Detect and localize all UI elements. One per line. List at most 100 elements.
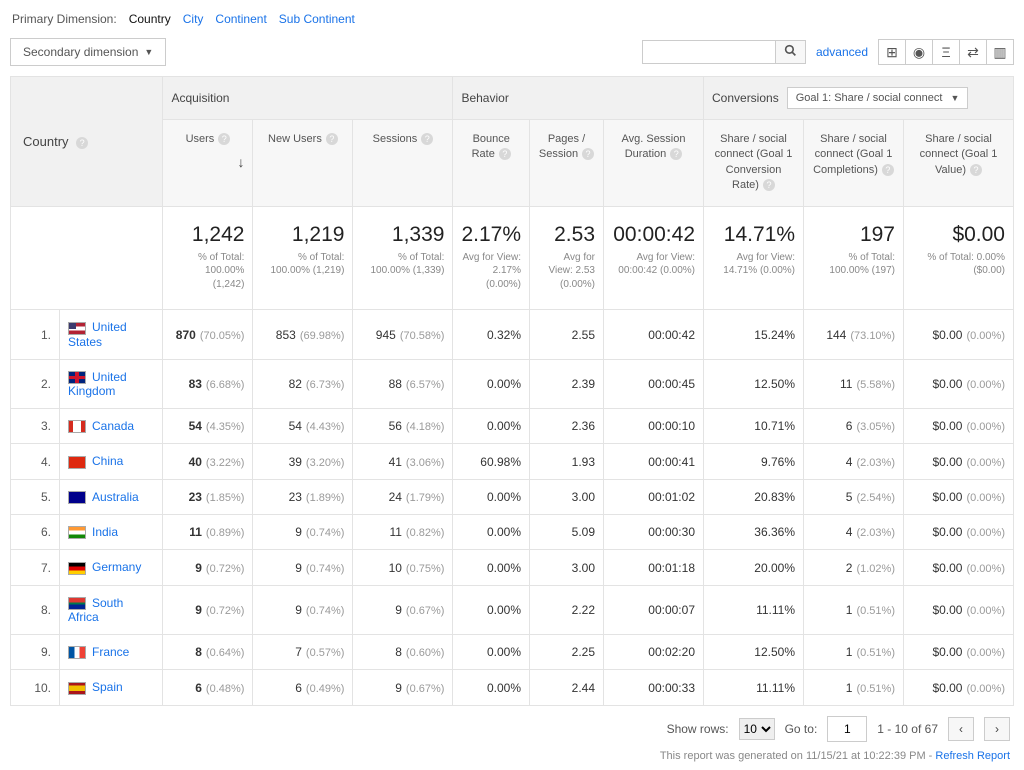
view-performance-icon[interactable]: Ξ bbox=[932, 40, 959, 64]
search-input[interactable] bbox=[643, 41, 775, 63]
new-users-cell: 54(4.43%) bbox=[253, 409, 353, 444]
metric-avg-duration[interactable]: Avg. Session Duration? bbox=[604, 120, 704, 207]
chevron-down-icon: ▼ bbox=[950, 93, 959, 103]
duration-cell: 00:00:30 bbox=[604, 515, 704, 550]
completions-cell: 5(2.54%) bbox=[804, 479, 904, 514]
users-cell: 11(0.89%) bbox=[163, 515, 253, 550]
conv-rate-cell: 12.50% bbox=[704, 359, 804, 408]
country-cell[interactable]: Canada bbox=[60, 409, 163, 444]
flag-icon bbox=[68, 491, 86, 504]
completions-cell: 1(0.51%) bbox=[804, 635, 904, 670]
completions-cell: 11(5.58%) bbox=[804, 359, 904, 408]
row-index: 7. bbox=[11, 550, 60, 585]
conv-rate-cell: 9.76% bbox=[704, 444, 804, 479]
primary-dimension-subcontinent[interactable]: Sub Continent bbox=[279, 12, 355, 26]
help-icon[interactable]: ? bbox=[499, 148, 511, 160]
bounce-cell: 0.00% bbox=[453, 515, 530, 550]
country-header[interactable]: Country ? bbox=[11, 77, 163, 207]
duration-cell: 00:00:33 bbox=[604, 670, 704, 705]
sessions-cell: 88(6.57%) bbox=[353, 359, 453, 408]
prev-page-button[interactable]: ‹ bbox=[948, 717, 974, 741]
metric-users[interactable]: Users?↓ bbox=[163, 120, 253, 207]
metric-sessions[interactable]: Sessions? bbox=[353, 120, 453, 207]
pages-cell: 2.44 bbox=[530, 670, 604, 705]
generated-text: This report was generated on 11/15/21 at… bbox=[660, 750, 936, 762]
pages-cell: 2.55 bbox=[530, 310, 604, 359]
bounce-cell: 0.00% bbox=[453, 550, 530, 585]
total-value: $0.00% of Total: 0.00% ($0.00) bbox=[904, 206, 1014, 310]
country-cell[interactable]: China bbox=[60, 444, 163, 479]
conv-rate-cell: 20.00% bbox=[704, 550, 804, 585]
refresh-report-link[interactable]: Refresh Report bbox=[935, 750, 1010, 762]
sessions-cell: 9(0.67%) bbox=[353, 670, 453, 705]
secondary-dimension-label: Secondary dimension bbox=[23, 45, 138, 59]
view-table-icon[interactable]: ⊞ bbox=[879, 40, 905, 64]
country-cell[interactable]: Spain bbox=[60, 670, 163, 705]
bounce-cell: 0.00% bbox=[453, 585, 530, 634]
help-icon[interactable]: ? bbox=[76, 137, 88, 149]
help-icon[interactable]: ? bbox=[582, 148, 594, 160]
table-row: 3.Canada54(4.35%)54(4.43%)56(4.18%)0.00%… bbox=[11, 409, 1014, 444]
flag-icon bbox=[68, 646, 86, 659]
pages-cell: 1.93 bbox=[530, 444, 604, 479]
help-icon[interactable]: ? bbox=[882, 164, 894, 176]
country-cell[interactable]: Australia bbox=[60, 479, 163, 514]
value-cell: $0.00(0.00%) bbox=[904, 310, 1014, 359]
goal-selector-dropdown[interactable]: Goal 1: Share / social connect ▼ bbox=[787, 87, 969, 109]
country-cell[interactable]: United Kingdom bbox=[60, 359, 163, 408]
view-pie-icon[interactable]: ◉ bbox=[905, 40, 932, 64]
users-cell: 6(0.48%) bbox=[163, 670, 253, 705]
country-cell[interactable]: France bbox=[60, 635, 163, 670]
help-icon[interactable]: ? bbox=[763, 179, 775, 191]
new-users-cell: 9(0.74%) bbox=[253, 550, 353, 585]
bounce-cell: 0.32% bbox=[453, 310, 530, 359]
value-cell: $0.00(0.00%) bbox=[904, 585, 1014, 634]
metric-bounce-rate[interactable]: Bounce Rate? bbox=[453, 120, 530, 207]
view-comparison-icon[interactable]: ⇄ bbox=[959, 40, 986, 64]
country-cell[interactable]: United States bbox=[60, 310, 163, 359]
sessions-cell: 24(1.79%) bbox=[353, 479, 453, 514]
country-cell[interactable]: India bbox=[60, 515, 163, 550]
help-icon[interactable]: ? bbox=[421, 133, 433, 145]
primary-dimension-active[interactable]: Country bbox=[129, 12, 171, 26]
completions-cell: 144(73.10%) bbox=[804, 310, 904, 359]
table-row: 6.India11(0.89%)9(0.74%)11(0.82%)0.00%5.… bbox=[11, 515, 1014, 550]
secondary-dimension-dropdown[interactable]: Secondary dimension ▼ bbox=[10, 38, 166, 66]
help-icon[interactable]: ? bbox=[218, 133, 230, 145]
users-cell: 8(0.64%) bbox=[163, 635, 253, 670]
bounce-cell: 60.98% bbox=[453, 444, 530, 479]
help-icon[interactable]: ? bbox=[970, 164, 982, 176]
new-users-cell: 7(0.57%) bbox=[253, 635, 353, 670]
next-page-button[interactable]: › bbox=[984, 717, 1010, 741]
view-pivot-icon[interactable]: ▥ bbox=[986, 40, 1013, 64]
primary-dimension-continent[interactable]: Continent bbox=[215, 12, 266, 26]
metric-conv-rate[interactable]: Share / social connect (Goal 1 Conversio… bbox=[704, 120, 804, 207]
metric-new-users[interactable]: New Users? bbox=[253, 120, 353, 207]
conv-rate-cell: 11.11% bbox=[704, 670, 804, 705]
search-box bbox=[642, 40, 806, 64]
group-header-row: Country ? Acquisition Behavior Conversio… bbox=[11, 77, 1014, 120]
view-mode-strip: ⊞ ◉ Ξ ⇄ ▥ bbox=[878, 39, 1014, 65]
pages-cell: 2.39 bbox=[530, 359, 604, 408]
show-rows-select[interactable]: 10 bbox=[739, 718, 775, 740]
metric-completions[interactable]: Share / social connect (Goal 1 Completio… bbox=[804, 120, 904, 207]
flag-icon bbox=[68, 420, 86, 433]
country-cell[interactable]: Germany bbox=[60, 550, 163, 585]
go-to-input[interactable] bbox=[827, 716, 867, 742]
search-button[interactable] bbox=[775, 41, 805, 63]
help-icon[interactable]: ? bbox=[670, 148, 682, 160]
metric-pages-session[interactable]: Pages / Session? bbox=[530, 120, 604, 207]
row-index: 1. bbox=[11, 310, 60, 359]
sessions-cell: 10(0.75%) bbox=[353, 550, 453, 585]
duration-cell: 00:02:20 bbox=[604, 635, 704, 670]
new-users-cell: 39(3.20%) bbox=[253, 444, 353, 479]
conv-rate-cell: 10.71% bbox=[704, 409, 804, 444]
total-completions: 197% of Total: 100.00% (197) bbox=[804, 206, 904, 310]
country-cell[interactable]: South Africa bbox=[60, 585, 163, 634]
primary-dimension-city[interactable]: City bbox=[183, 12, 204, 26]
advanced-link[interactable]: advanced bbox=[816, 45, 868, 59]
completions-cell: 2(1.02%) bbox=[804, 550, 904, 585]
row-index: 9. bbox=[11, 635, 60, 670]
help-icon[interactable]: ? bbox=[326, 133, 338, 145]
metric-value[interactable]: Share / social connect (Goal 1 Value)? bbox=[904, 120, 1014, 207]
